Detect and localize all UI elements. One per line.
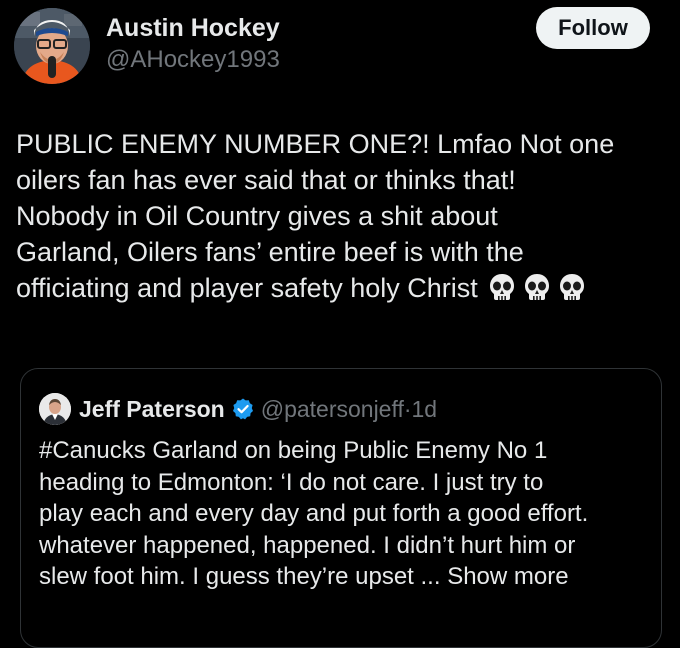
tweet: Austin Hockey @AHockey1993 Follow PUBLIC…: [0, 0, 680, 648]
follow-button[interactable]: Follow: [536, 7, 650, 49]
author-avatar[interactable]: [14, 8, 90, 84]
quoted-text-line: #Canucks Garland on being Public Enemy N…: [39, 437, 548, 464]
show-more-link[interactable]: Show more: [447, 563, 568, 590]
author-name[interactable]: Austin Hockey: [106, 14, 280, 43]
tweet-text-line: PUBLIC ENEMY NUMBER ONE?! Lmfao Not one: [16, 129, 615, 159]
tweet-text-line: Nobody in Oil Country gives a shit about: [16, 201, 498, 231]
quoted-text-line: play each and every day and put forth a …: [39, 500, 589, 527]
tweet-text-line-last: officiating and player safety holy Chris…: [16, 270, 666, 311]
author-handle[interactable]: @AHockey1993: [106, 46, 280, 74]
quoted-text-line: whatever happened, happened. I didn’t hu…: [39, 531, 576, 559]
skull-emoji-group: [488, 272, 593, 311]
quoted-author-avatar[interactable]: [39, 393, 71, 425]
quoted-tweet-timestamp[interactable]: 1d: [412, 396, 438, 422]
tweet-text-line: oilers fan has ever said that or thinks …: [16, 165, 516, 195]
skull-icon: [489, 274, 514, 300]
quoted-text-line: heading to Edmonton: ‘I do not care. I j…: [39, 468, 544, 496]
quoted-tweet-header: Jeff Paterson @patersonjeff·1d: [79, 393, 437, 425]
skull-icon: [524, 274, 549, 300]
quoted-author-name[interactable]: Jeff Paterson: [79, 396, 225, 422]
quoted-tweet-text: #Canucks Garland on being Public Enemy N…: [39, 435, 649, 593]
quoted-text-line-last: slew foot him. I guess they’re upset ...…: [39, 561, 649, 593]
verified-badge-icon: [232, 398, 253, 420]
quoted-tweet-card[interactable]: Jeff Paterson @patersonjeff·1d #Canucks G…: [20, 368, 662, 648]
skull-icon: [559, 274, 584, 300]
tweet-text-line: officiating and player safety holy Chris…: [16, 273, 478, 303]
separator-dot: ·: [403, 396, 412, 422]
quoted-text-line: slew foot him. I guess they’re upset ...: [39, 563, 448, 590]
tweet-text-line: Garland, Oilers fans’ entire beef is wit…: [16, 237, 524, 267]
tweet-text: PUBLIC ENEMY NUMBER ONE?! Lmfao Not one …: [16, 126, 666, 311]
quoted-author-handle[interactable]: @patersonjeff: [261, 396, 404, 422]
